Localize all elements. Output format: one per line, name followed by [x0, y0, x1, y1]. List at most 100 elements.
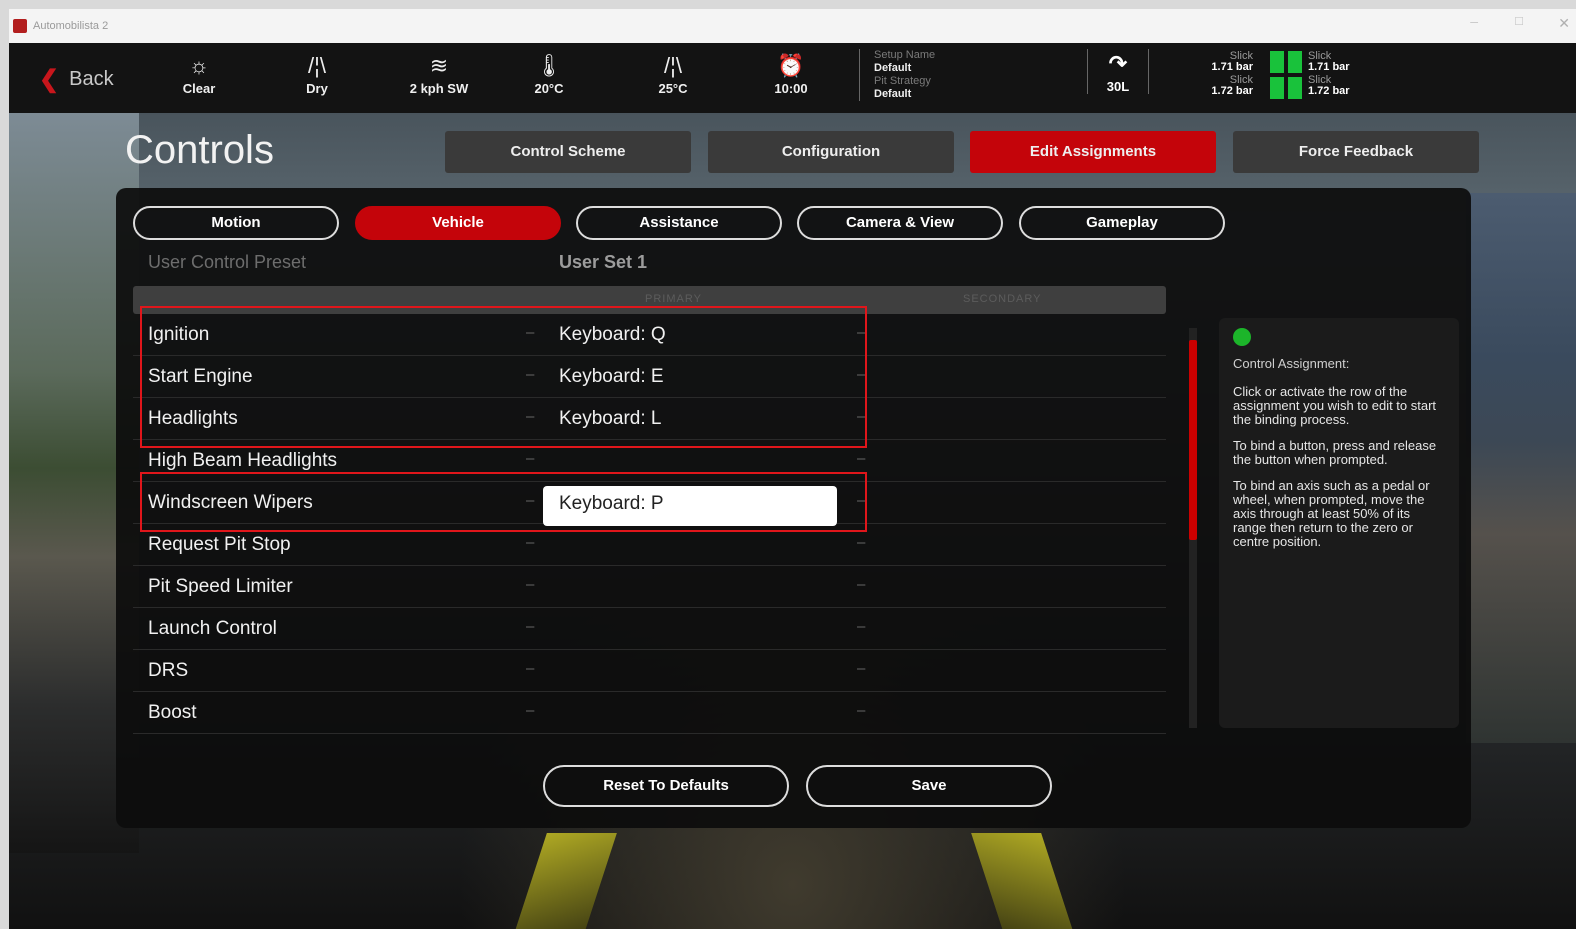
assignment-name: Windscreen Wipers — [148, 492, 313, 513]
assignment-name: Boost — [148, 702, 197, 723]
save-button[interactable]: Save — [806, 765, 1052, 807]
thermometer-icon: 🌡 — [535, 53, 563, 78]
setup-name-label: Setup Name — [874, 49, 936, 61]
assignment-name: High Beam Headlights — [148, 450, 338, 471]
tab-force-feedback[interactable]: Force Feedback — [1233, 131, 1479, 173]
info-indicator-icon — [1233, 328, 1251, 346]
assignment-row-drs[interactable]: DRS – – — [133, 650, 1166, 692]
window-titlebar: Automobilista 2 – ☐ ✕ — [9, 9, 1576, 43]
help-panel: Control Assignment: Click or activate th… — [1219, 318, 1459, 728]
secondary-binding[interactable]: – — [857, 660, 865, 677]
subtab-motion[interactable]: Motion — [133, 206, 339, 240]
assignment-list: Ignition – Keyboard: Q – Start Engine – … — [133, 314, 1166, 734]
window-title: Automobilista 2 — [33, 20, 109, 32]
assignment-name: Pit Speed Limiter — [148, 576, 293, 597]
assignment-row-pit-speed-limiter[interactable]: Pit Speed Limiter – – — [133, 566, 1166, 608]
clock-icon: ⏰ — [777, 53, 805, 78]
wind-icon: ≋ — [429, 53, 449, 78]
session-info-bar: ❮ Back ☼ Clear /¦\ Dry ≋ 2 kph SW 🌡 20°C… — [9, 43, 1576, 113]
back-chevron-icon: ❮ — [39, 66, 60, 93]
sun-icon: ☼ — [188, 53, 210, 78]
secondary-binding[interactable]: – — [857, 366, 865, 383]
close-icon[interactable]: ✕ — [1558, 15, 1570, 32]
scrollbar-thumb[interactable] — [1189, 340, 1197, 540]
subtab-assistance[interactable]: Assistance — [576, 206, 782, 240]
weather-stat: ☼ Clear — [159, 51, 239, 96]
fuel-gauge-icon: ↷ — [1108, 51, 1128, 76]
secondary-binding[interactable]: – — [857, 702, 865, 719]
preset-value[interactable]: User Set 1 — [559, 252, 647, 273]
assignment-dash: – — [526, 660, 535, 677]
assignment-row-boost[interactable]: Boost – – — [133, 692, 1166, 734]
pit-strategy-label: Pit Strategy — [874, 75, 931, 87]
setup-info: Setup Name Default Pit Strategy Default — [859, 49, 935, 101]
subtab-gameplay[interactable]: Gameplay — [1019, 206, 1225, 240]
air-temp-label: 20°C — [534, 81, 564, 96]
back-label: Back — [69, 68, 114, 90]
primary-binding[interactable]: Keyboard: L — [559, 408, 661, 430]
track-temp-label: 25°C — [658, 81, 688, 96]
assignment-dash: – — [526, 408, 535, 425]
assignment-name: Launch Control — [148, 618, 277, 639]
primary-binding-editing[interactable]: Keyboard: P — [543, 486, 837, 526]
assignment-row-start-engine[interactable]: Start Engine – Keyboard: E – — [133, 356, 1166, 398]
tab-configuration[interactable]: Configuration — [708, 131, 954, 173]
seat-right — [971, 833, 1077, 929]
seat-left — [511, 833, 617, 929]
controls-panel: Motion Vehicle Assistance Camera & View … — [116, 188, 1471, 828]
background-scene-right — [1466, 193, 1576, 743]
secondary-binding[interactable]: – — [857, 324, 865, 341]
secondary-binding[interactable]: – — [857, 576, 865, 593]
time-label: 10:00 — [774, 81, 808, 96]
air-temp-stat: 🌡 20°C — [509, 51, 589, 96]
preset-label: User Control Preset — [148, 252, 307, 272]
secondary-binding[interactable]: – — [857, 492, 865, 509]
track-temp-icon: /¦\ — [664, 53, 682, 78]
help-text-3: To bind an axis such as a pedal or wheel… — [1233, 478, 1430, 549]
wind-label: 2 kph SW — [409, 81, 469, 96]
reset-to-defaults-button[interactable]: Reset To Defaults — [543, 765, 789, 807]
tyre-front-left: Slick 1.71 bar — [1211, 50, 1253, 73]
scrollbar[interactable] — [1189, 328, 1197, 728]
secondary-column-header: SECONDARY — [963, 293, 1042, 305]
subtab-camera-view[interactable]: Camera & View — [797, 206, 1003, 240]
secondary-binding[interactable]: – — [857, 618, 865, 635]
assignment-row-high-beam-headlights[interactable]: High Beam Headlights – – — [133, 440, 1166, 482]
assignment-row-ignition[interactable]: Ignition – Keyboard: Q – — [133, 314, 1166, 356]
assignment-row-request-pit-stop[interactable]: Request Pit Stop – – — [133, 524, 1166, 566]
track-temp-stat: /¦\ 25°C — [633, 51, 713, 96]
back-button[interactable]: ❮ Back — [39, 65, 114, 94]
tyre-status: Slick 1.71 bar Slick 1.72 bar Slick 1.71… — [1199, 49, 1379, 105]
fuel-value: 30L — [1106, 79, 1130, 94]
assignment-dash: – — [526, 618, 535, 635]
secondary-binding[interactable]: – — [857, 534, 865, 551]
tab-edit-assignments[interactable]: Edit Assignments — [970, 131, 1216, 173]
subtab-vehicle[interactable]: Vehicle — [355, 206, 561, 240]
setup-name-value: Default — [874, 62, 912, 74]
assignment-dash: – — [526, 702, 535, 719]
assignment-name: Ignition — [148, 324, 210, 345]
help-text-2: To bind a button, press and release the … — [1233, 438, 1437, 467]
tab-control-scheme[interactable]: Control Scheme — [445, 131, 691, 173]
assignment-dash: – — [526, 576, 535, 593]
assignment-row-headlights[interactable]: Headlights – Keyboard: L – — [133, 398, 1166, 440]
primary-column-header: PRIMARY — [645, 293, 702, 305]
tyre-indicator-rr — [1288, 77, 1302, 99]
maximize-icon[interactable]: ☐ — [1514, 15, 1524, 28]
assignment-dash: – — [526, 492, 535, 509]
assignment-row-launch-control[interactable]: Launch Control – – — [133, 608, 1166, 650]
track-condition-stat: /¦\ Dry — [277, 51, 357, 96]
secondary-binding[interactable]: – — [857, 450, 865, 467]
assignment-row-windscreen-wipers[interactable]: Windscreen Wipers – Keyboard: P – — [133, 482, 1166, 526]
assignment-dash: – — [526, 366, 535, 383]
tyre-indicator-rl — [1270, 77, 1284, 99]
game-viewport: ❮ Back ☼ Clear /¦\ Dry ≋ 2 kph SW 🌡 20°C… — [9, 43, 1576, 929]
primary-binding[interactable]: Keyboard: Q — [559, 324, 666, 346]
assignment-dash: – — [526, 324, 535, 341]
fuel-stat: ↷ 30L — [1087, 49, 1149, 94]
primary-binding[interactable]: Keyboard: E — [559, 366, 664, 388]
secondary-binding[interactable]: – — [857, 408, 865, 425]
weather-label: Clear — [182, 81, 216, 96]
minimize-icon[interactable]: – — [1470, 13, 1478, 29]
assignment-dash: – — [526, 450, 535, 467]
